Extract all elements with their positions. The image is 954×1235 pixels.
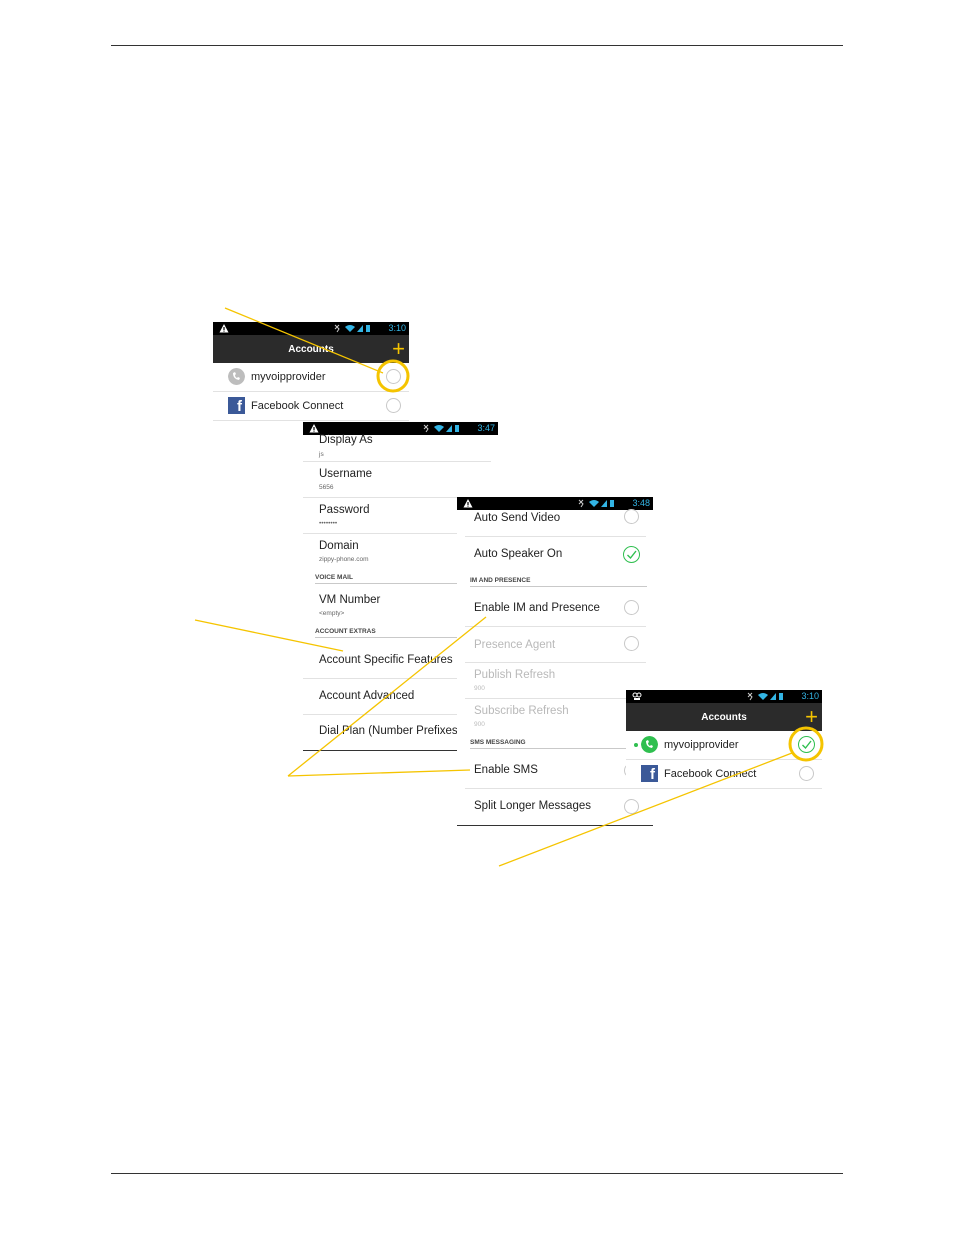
setting-label: Display As bbox=[319, 434, 373, 446]
callout-line-enable-sms bbox=[287, 769, 471, 777]
action-bar: Accounts + bbox=[626, 703, 822, 731]
setting-label: Split Longer Messages bbox=[474, 800, 591, 812]
clock: 3:10 bbox=[801, 691, 819, 701]
setting-subscribe-refresh: Subscribe Refresh 900 bbox=[465, 699, 646, 734]
warning-icon bbox=[219, 324, 229, 333]
account-row-facebook[interactable]: f Facebook Connect bbox=[626, 760, 822, 789]
setting-label: Password bbox=[319, 504, 370, 516]
setting-value: •••••••• bbox=[319, 520, 338, 527]
checkmark-icon bbox=[802, 740, 812, 750]
enable-im-presence-toggle[interactable] bbox=[624, 600, 639, 615]
enable-account-checked-toggle[interactable] bbox=[798, 736, 815, 753]
account-name: myvoipprovider bbox=[251, 371, 326, 383]
setting-display-as[interactable]: Display As js bbox=[303, 426, 491, 462]
checkmark-icon bbox=[627, 550, 637, 560]
account-name: Facebook Connect bbox=[251, 400, 344, 412]
status-icons bbox=[747, 692, 783, 701]
setting-value: <empty> bbox=[319, 610, 345, 617]
account-name: myvoipprovider bbox=[664, 739, 739, 751]
android-notification-icon bbox=[632, 692, 642, 700]
auto-speaker-on-checked-toggle[interactable] bbox=[623, 546, 640, 563]
setting-value: zippy-phone.com bbox=[319, 556, 369, 563]
facebook-icon: f bbox=[641, 765, 658, 783]
accounts-screen-disabled: 3:10 Accounts + myvoipprovider f Faceboo… bbox=[213, 322, 409, 422]
setting-label: Username bbox=[319, 468, 373, 480]
setting-label: Dial Plan (Number Prefixes) bbox=[319, 725, 462, 737]
setting-label: Auto Speaker On bbox=[474, 548, 563, 560]
account-name: Facebook Connect bbox=[664, 768, 757, 780]
setting-label: Presence Agent bbox=[474, 639, 556, 651]
setting-enable-sms[interactable]: Enable SMS bbox=[465, 753, 646, 789]
status-icons bbox=[334, 324, 370, 333]
setting-label: Enable SMS bbox=[474, 764, 538, 776]
setting-split-longer-messages[interactable]: Split Longer Messages bbox=[465, 789, 646, 824]
add-account-plus-icon[interactable]: + bbox=[392, 338, 405, 360]
setting-auto-speaker-on[interactable]: Auto Speaker On bbox=[465, 537, 646, 572]
section-header-voice-mail: VOICE MAIL bbox=[315, 574, 458, 584]
enable-account-toggle[interactable] bbox=[386, 398, 401, 413]
setting-label: Account Specific Features bbox=[319, 654, 453, 666]
section-header-sms-messaging: SMS MESSAGING bbox=[470, 739, 647, 749]
account-row-myvoipprovider[interactable]: myvoipprovider bbox=[213, 363, 409, 392]
presence-agent-toggle bbox=[624, 636, 639, 651]
status-bar: 3:10 bbox=[626, 690, 822, 703]
section-header-account-extras: ACCOUNT EXTRAS bbox=[315, 628, 458, 638]
setting-value: 5656 bbox=[319, 484, 334, 491]
enable-account-toggle[interactable] bbox=[386, 369, 401, 384]
top-rule bbox=[111, 45, 843, 46]
setting-label: VM Number bbox=[319, 594, 381, 606]
setting-label: Subscribe Refresh bbox=[474, 705, 569, 717]
split-longer-messages-toggle[interactable] bbox=[624, 799, 639, 814]
clock: 3:10 bbox=[388, 323, 406, 333]
setting-auto-send-video[interactable]: Auto Send Video bbox=[465, 501, 646, 537]
setting-publish-refresh: Publish Refresh 900 bbox=[465, 663, 646, 699]
account-row-myvoipprovider[interactable]: myvoipprovider bbox=[626, 731, 822, 760]
setting-value: js bbox=[319, 451, 324, 458]
setting-label: Publish Refresh bbox=[474, 669, 556, 681]
setting-value: 900 bbox=[474, 685, 485, 692]
setting-label: Account Advanced bbox=[319, 690, 415, 702]
section-header-im-presence: IM AND PRESENCE bbox=[470, 577, 647, 587]
screen-title: Accounts bbox=[288, 344, 334, 355]
setting-presence-agent: Presence Agent bbox=[465, 627, 646, 663]
facebook-icon: f bbox=[228, 397, 245, 415]
setting-enable-im-presence[interactable]: Enable IM and Presence bbox=[465, 591, 646, 627]
setting-label: Auto Send Video bbox=[474, 512, 561, 524]
setting-label: Enable IM and Presence bbox=[474, 602, 600, 614]
account-row-facebook[interactable]: f Facebook Connect bbox=[213, 392, 409, 421]
setting-value: 900 bbox=[474, 721, 485, 728]
add-account-plus-icon[interactable]: + bbox=[805, 706, 818, 728]
phone-icon bbox=[641, 736, 658, 753]
account-features-screen: 3:48 Auto Send Video Auto Speaker On IM … bbox=[457, 497, 653, 826]
screen-title: Accounts bbox=[701, 712, 747, 723]
setting-label: Domain bbox=[319, 540, 359, 552]
action-bar: Accounts + bbox=[213, 335, 409, 363]
bottom-rule bbox=[111, 1173, 843, 1174]
registered-dot-icon bbox=[634, 743, 638, 747]
phone-icon bbox=[228, 368, 245, 385]
enable-account-toggle[interactable] bbox=[799, 766, 814, 781]
status-bar: 3:10 bbox=[213, 322, 409, 335]
auto-send-video-toggle[interactable] bbox=[624, 509, 639, 524]
accounts-screen-enabled: 3:10 Accounts + myvoipprovider f Faceboo… bbox=[626, 690, 822, 790]
setting-username[interactable]: Username 5656 bbox=[303, 462, 491, 498]
